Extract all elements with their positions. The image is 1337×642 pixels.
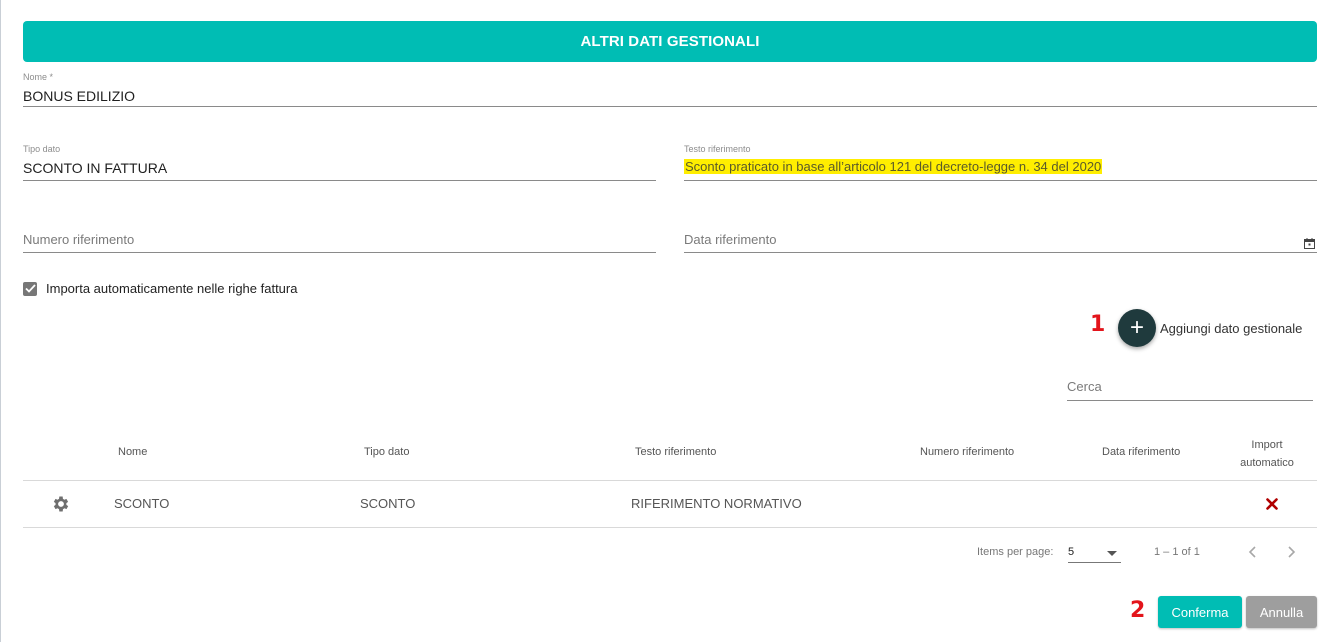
chevron-down-icon (1107, 551, 1117, 556)
testo-riferimento-label: Testo riferimento (684, 144, 751, 154)
import-auto-label: Importa automaticamente nelle righe fatt… (46, 281, 298, 296)
header-nome[interactable]: Nome (118, 446, 147, 458)
add-dato-gestionale[interactable]: + Aggiungi dato gestionale (1118, 309, 1302, 347)
tipo-dato-field[interactable]: Tipo dato SCONTO IN FATTURA (23, 143, 656, 181)
page-range: 1 – 1 of 1 (1154, 546, 1200, 558)
header-import-line1: Import (1251, 439, 1283, 451)
gear-icon[interactable] (51, 494, 71, 514)
search-placeholder: Cerca (1067, 379, 1102, 394)
paginator: Items per page: 5 1 – 1 of 1 (0, 540, 1337, 566)
import-auto-checkbox[interactable] (23, 281, 37, 296)
header-import-automatico[interactable]: Import automatico (1227, 436, 1307, 472)
data-riferimento-placeholder: Data riferimento (684, 232, 777, 247)
confirm-button[interactable]: Conferma (1158, 596, 1242, 628)
dialog-title: ALTRI DATI GESTIONALI (23, 21, 1317, 62)
step-marker-1: 1 (1090, 312, 1106, 337)
page-size-select[interactable]: 5 (1068, 542, 1121, 563)
table-header: Nome Tipo dato Testo riferimento Numero … (23, 426, 1317, 481)
header-numero-riferimento[interactable]: Numero riferimento (920, 446, 1014, 458)
search-input[interactable]: Cerca (1067, 374, 1313, 401)
calendar-icon[interactable] (1304, 238, 1315, 249)
cell-nome: SCONTO (114, 496, 170, 511)
cell-testo-riferimento: RIFERIMENTO NORMATIVO (631, 496, 802, 511)
nome-label: Nome * (23, 72, 54, 82)
nome-value[interactable]: BONUS EDILIZIO (23, 88, 135, 104)
numero-riferimento-placeholder: Numero riferimento (23, 232, 135, 247)
numero-riferimento-field[interactable]: Numero riferimento (23, 226, 656, 253)
data-riferimento-field[interactable]: Data riferimento (684, 226, 1317, 253)
header-data-riferimento[interactable]: Data riferimento (1102, 446, 1180, 458)
testo-riferimento-field[interactable]: Testo riferimento Sconto praticato in ba… (684, 143, 1317, 181)
check-icon (24, 284, 36, 293)
import-auto-row[interactable]: Importa automaticamente nelle righe fatt… (23, 281, 297, 296)
page-size-value: 5 (1068, 546, 1075, 558)
testo-riferimento-value[interactable]: Sconto praticato in base all’articolo 12… (684, 159, 1103, 174)
table-row[interactable]: SCONTO SCONTO RIFERIMENTO NORMATIVO (23, 481, 1317, 528)
items-per-page-label: Items per page: (977, 546, 1054, 558)
next-page-icon[interactable] (1283, 544, 1299, 560)
plus-icon: + (1129, 314, 1144, 341)
close-icon[interactable] (1266, 498, 1278, 510)
tipo-dato-value[interactable]: SCONTO IN FATTURA (23, 160, 167, 176)
prev-page-icon[interactable] (1245, 544, 1261, 560)
cell-tipo-dato: SCONTO (360, 496, 416, 511)
header-import-line2: automatico (1240, 457, 1294, 469)
add-button-label[interactable]: Aggiungi dato gestionale (1160, 321, 1302, 336)
dati-gestionali-table: Nome Tipo dato Testo riferimento Numero … (23, 426, 1317, 528)
header-testo-riferimento[interactable]: Testo riferimento (635, 446, 716, 458)
tipo-dato-label: Tipo dato (23, 144, 61, 154)
cancel-button[interactable]: Annulla (1246, 596, 1317, 628)
step-marker-2: 2 (1130, 598, 1146, 623)
add-button[interactable]: + (1118, 309, 1156, 347)
nome-field[interactable]: Nome * BONUS EDILIZIO (23, 70, 1317, 107)
header-tipo-dato[interactable]: Tipo dato (364, 446, 409, 458)
